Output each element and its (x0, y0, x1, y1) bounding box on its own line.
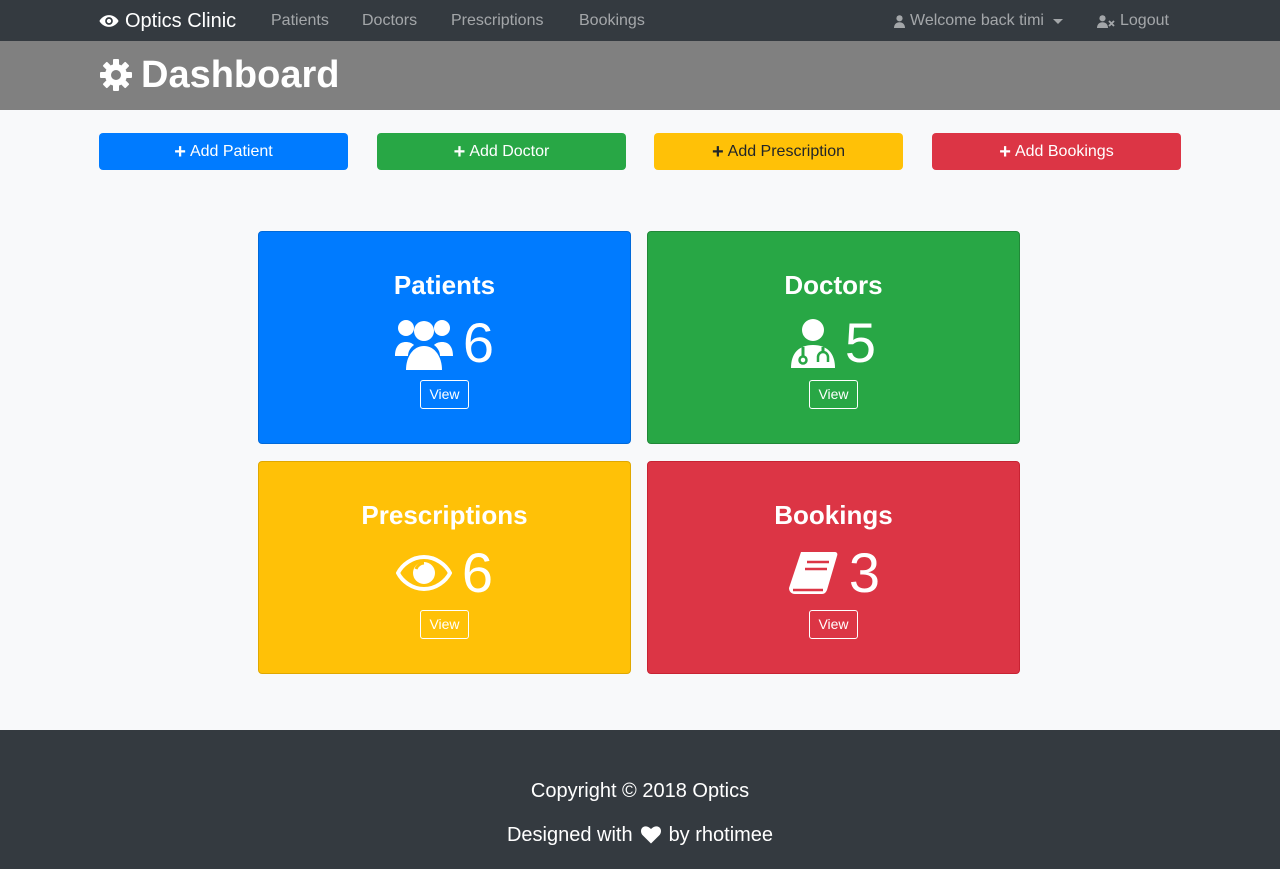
add-patient-label: Add Patient (189, 142, 273, 160)
view-bookings-button[interactable]: View (809, 610, 858, 639)
plus-icon: + (453, 140, 466, 163)
designed-suffix: by rhotimee (668, 824, 774, 846)
user-times-icon (1097, 14, 1115, 28)
add-patient-button[interactable]: + Add Patient (99, 133, 348, 170)
plus-icon: + (174, 140, 186, 163)
add-doctor-label: Add Doctor (469, 142, 550, 160)
view-doctors-button[interactable]: View (809, 380, 858, 409)
book-icon (788, 552, 838, 594)
eye-icon (395, 555, 452, 591)
heart-icon (640, 826, 661, 844)
chevron-down-icon (1052, 18, 1063, 24)
add-bookings-label: Add Bookings (1014, 142, 1114, 160)
nav-link-doctors[interactable]: Doctors (362, 12, 417, 30)
doctors-card: Doctors 5 View (647, 231, 1020, 444)
designed-prefix: Designed with (506, 824, 633, 846)
patients-count: 6 (462, 311, 495, 374)
card-title: Doctors (784, 270, 883, 300)
nav-link-patients[interactable]: Patients (271, 12, 329, 30)
bookings-count: 3 (848, 541, 881, 604)
page-header: Dashboard (0, 41, 1280, 110)
brand-link[interactable]: Optics Clinic (99, 8, 236, 34)
nav-link-bookings[interactable]: Bookings (579, 12, 645, 30)
user-icon (894, 14, 905, 28)
user-menu-dropdown[interactable]: Welcome back timi (894, 12, 1063, 30)
gear-icon (100, 59, 132, 91)
card-stat: 6 (259, 312, 630, 374)
nav-link-prescriptions[interactable]: Prescriptions (451, 12, 543, 30)
eye-icon (99, 15, 119, 27)
add-doctor-button[interactable]: + Add Doctor (377, 133, 626, 170)
card-title: Patients (393, 270, 496, 300)
add-bookings-button[interactable]: + Add Bookings (932, 133, 1181, 170)
page-title: Dashboard (99, 52, 339, 98)
brand-name: Optics Clinic (125, 10, 237, 32)
plus-icon: + (999, 140, 1011, 163)
add-prescription-button[interactable]: + Add Prescription (654, 133, 903, 170)
users-icon (394, 320, 453, 370)
card-stat: 3 (648, 542, 1019, 604)
logout-label: Logout (1120, 12, 1169, 29)
copyright-text: Copyright © 2018 Optics (530, 780, 750, 802)
add-prescription-label: Add Prescription (727, 142, 846, 160)
top-navbar: Optics Clinic Patients Doctors Prescript… (0, 0, 1280, 41)
card-title: Bookings (774, 500, 893, 530)
prescriptions-count: 6 (461, 541, 494, 604)
page-title-text: Dashboard (141, 54, 340, 96)
view-prescriptions-button[interactable]: View (420, 610, 469, 639)
card-stat: 6 (259, 542, 630, 604)
logout-link[interactable]: Logout (1097, 12, 1169, 30)
card-title: Prescriptions (361, 500, 528, 530)
user-menu-label: Welcome back timi (910, 12, 1044, 29)
page-footer: Copyright © 2018 Optics Designed with by… (0, 730, 1280, 869)
patients-card: Patients 6 View (258, 231, 631, 444)
doctors-count: 5 (844, 311, 877, 374)
prescriptions-card: Prescriptions 6 View (258, 461, 631, 674)
plus-icon: + (711, 140, 724, 163)
card-stat: 5 (648, 312, 1019, 374)
designed-by-text: Designed with by rhotimee (0, 823, 1280, 847)
bookings-card: Bookings 3 View (647, 461, 1020, 674)
view-patients-button[interactable]: View (420, 380, 469, 409)
doctor-icon (790, 319, 835, 368)
